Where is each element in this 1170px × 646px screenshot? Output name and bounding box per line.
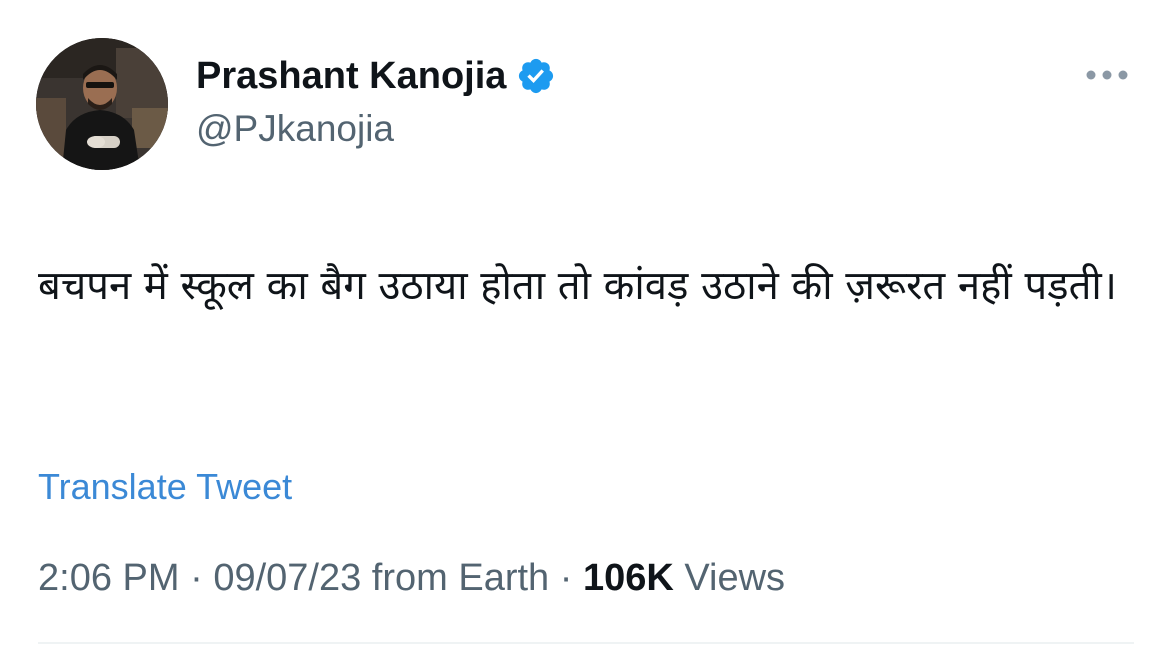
- author-name-row[interactable]: Prashant Kanojia: [196, 50, 556, 102]
- more-options-icon[interactable]: [1084, 60, 1130, 90]
- tweet-time[interactable]: 2:06 PM: [38, 557, 180, 599]
- tweet-source: from Earth: [371, 557, 550, 599]
- tweet-date[interactable]: 09/07/23: [213, 557, 361, 599]
- verified-badge-icon: [516, 56, 556, 96]
- translate-tweet-link[interactable]: Translate Tweet: [38, 466, 292, 508]
- avatar[interactable]: [36, 38, 168, 170]
- meta-separator: ·: [190, 557, 203, 599]
- author-display-name[interactable]: Prashant Kanojia: [196, 55, 506, 98]
- views-count: 106K: [582, 557, 674, 599]
- divider: [38, 642, 1134, 644]
- tweet-card: Prashant Kanojia @PJkanojia बचपन में स्क…: [0, 0, 1170, 646]
- meta-separator: ·: [559, 557, 573, 599]
- author-handle[interactable]: @PJkanojia: [196, 108, 394, 150]
- views-label: Views: [684, 557, 786, 599]
- tweet-metadata: 2:06 PM · 09/07/23 from Earth · 106K Vie…: [38, 557, 785, 600]
- avatar-photo: [36, 38, 168, 170]
- tweet-text: बचपन में स्कूल का बैग उठाया होता तो कांव…: [38, 263, 1117, 309]
